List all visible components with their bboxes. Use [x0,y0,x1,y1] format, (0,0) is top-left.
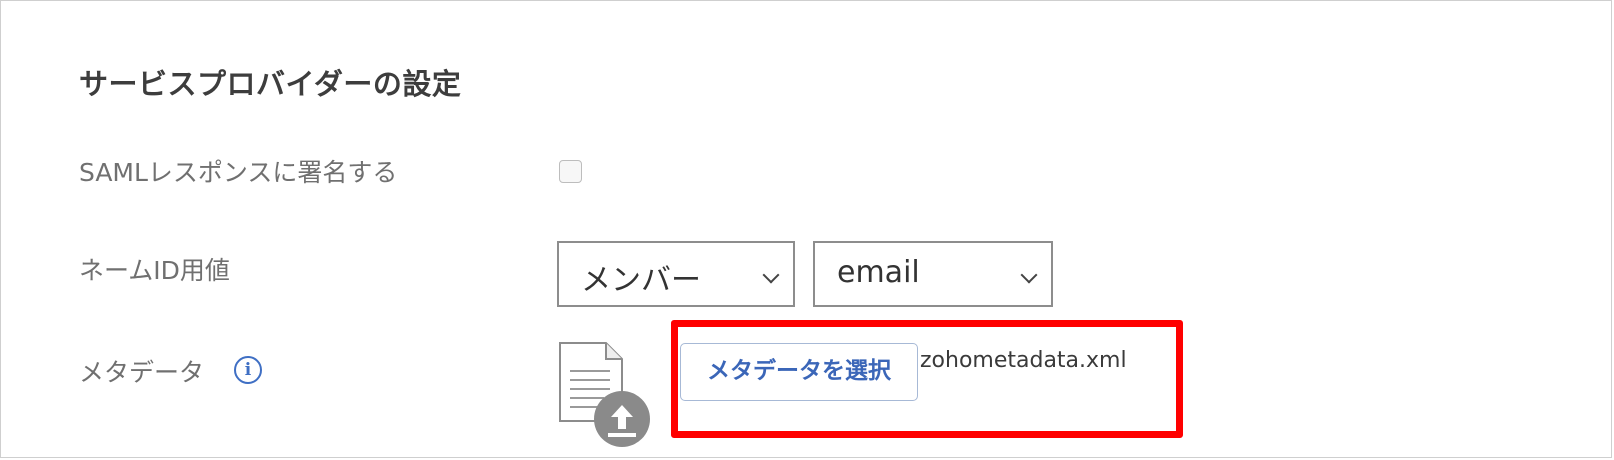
name-id-attribute-value: email [837,255,920,290]
chevron-down-icon [1020,266,1038,284]
metadata-label: メタデータ [79,358,205,387]
settings-panel: サービスプロバイダーの設定 SAMLレスポンスに署名する ネームID用値 メンバ… [0,0,1612,458]
name-id-attribute-select[interactable]: email [813,241,1053,307]
chevron-down-icon [762,266,780,284]
choose-metadata-button[interactable]: メタデータを選択 [680,343,918,401]
section-title: サービスプロバイダーの設定 [79,67,462,101]
file-upload-icon[interactable] [558,341,656,453]
name-id-label: ネームID用値 [79,256,230,285]
sign-response-label: SAMLレスポンスに署名する [79,158,398,187]
info-icon[interactable]: i [234,356,262,384]
sign-response-checkbox[interactable] [559,160,582,183]
name-id-source-select[interactable]: メンバー [557,241,795,307]
name-id-source-value: メンバー [581,263,701,298]
selected-filename: zohometadata.xml [920,348,1127,373]
